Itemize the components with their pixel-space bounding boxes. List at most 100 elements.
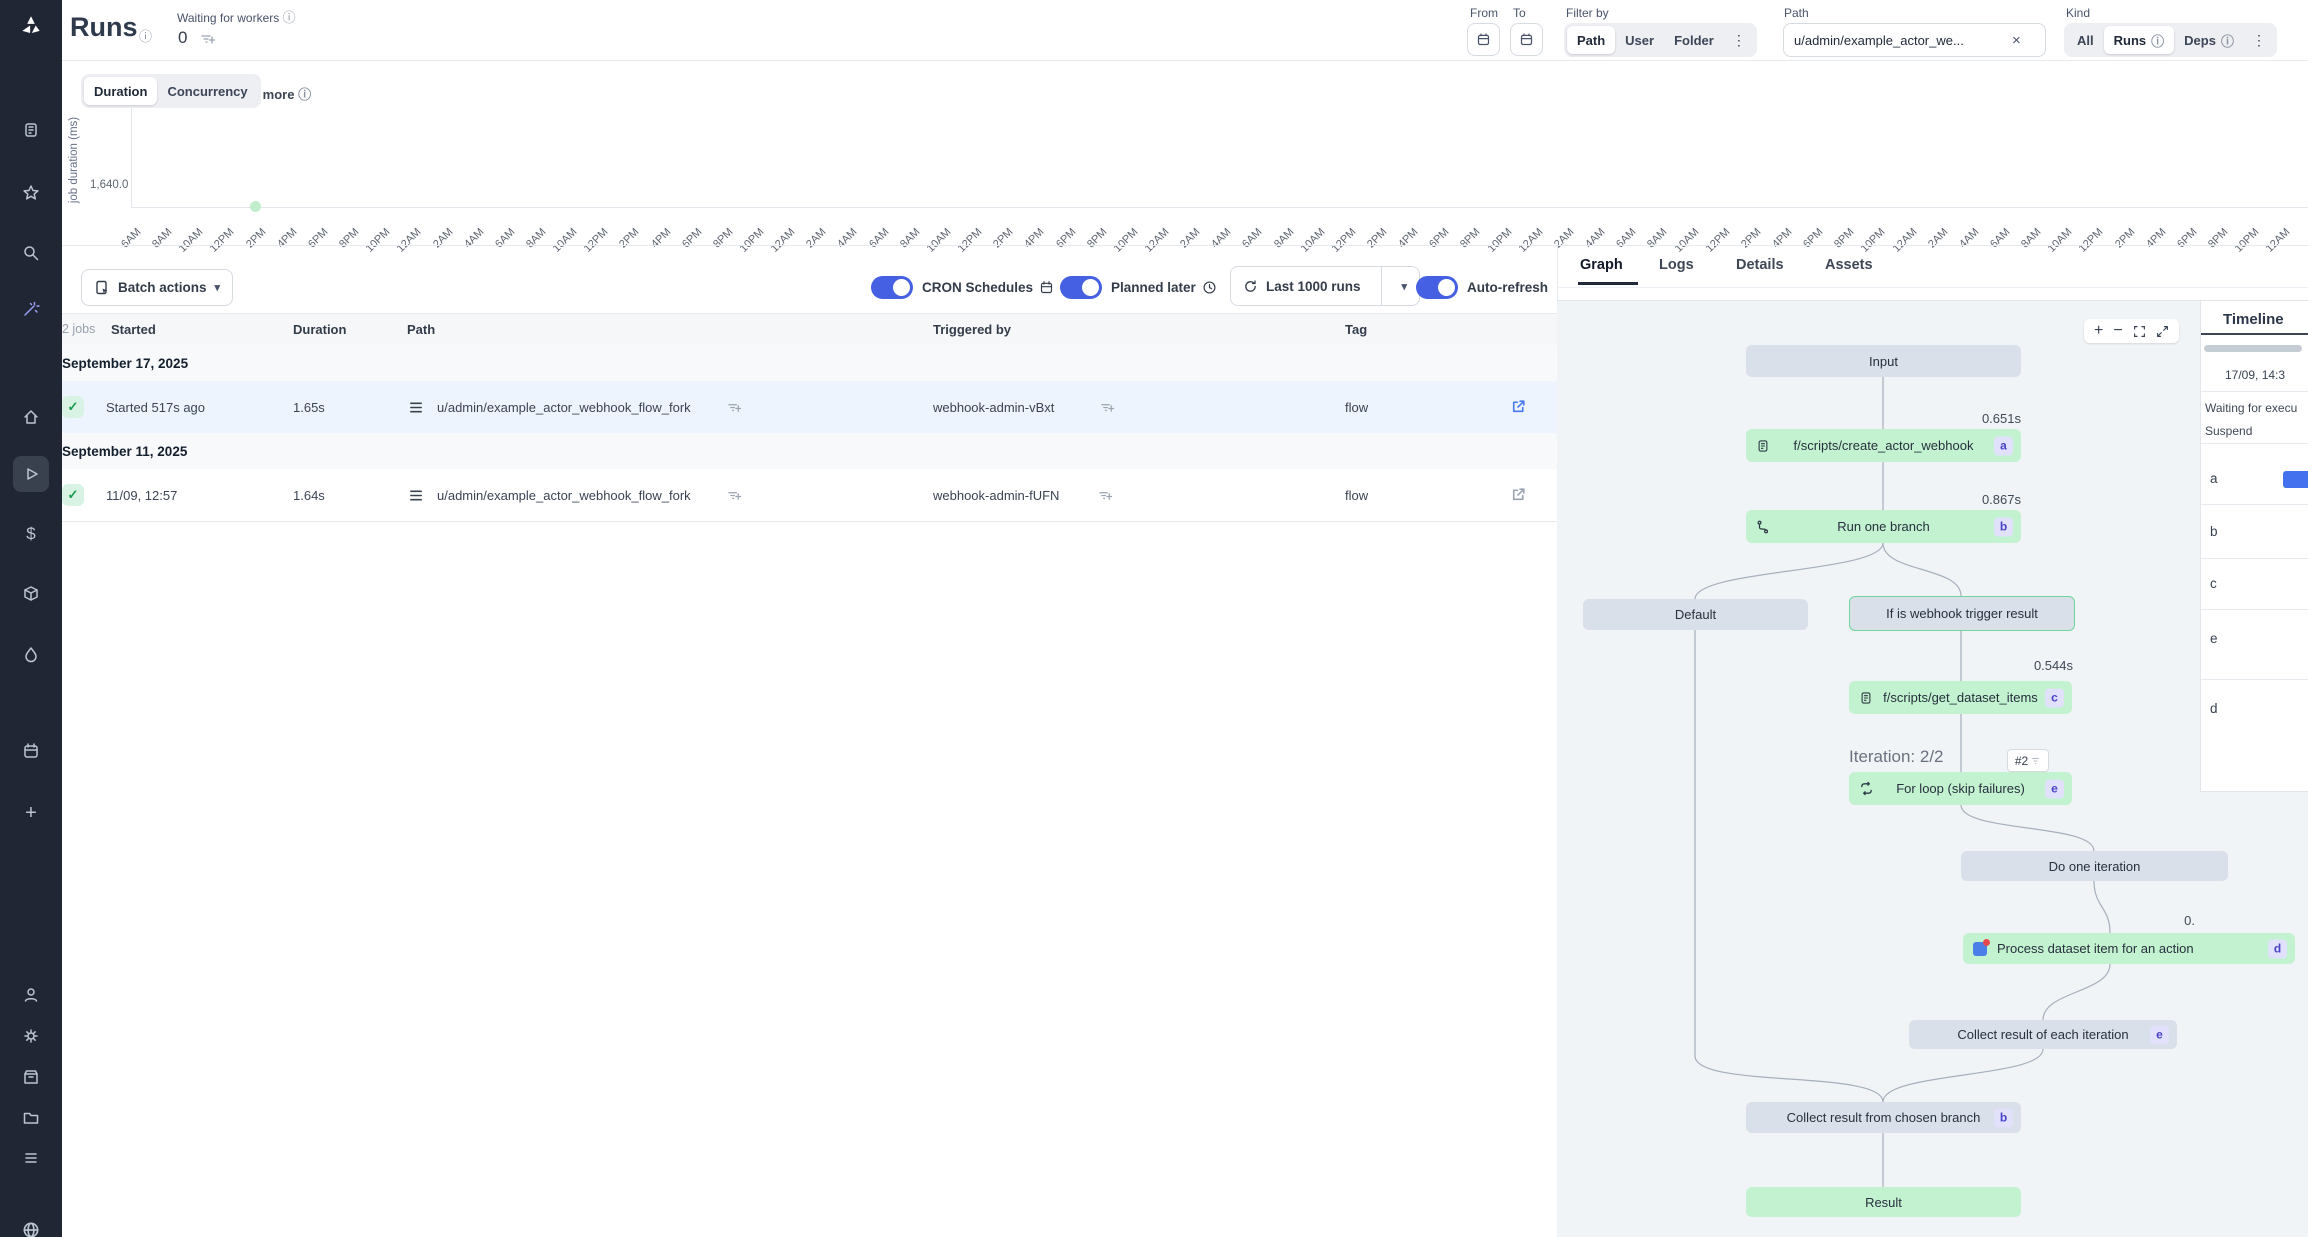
refresh-icon xyxy=(1243,279,1258,294)
filter-funnel-icon[interactable] xyxy=(1098,489,1113,504)
tab-graph[interactable]: Graph xyxy=(1580,257,1623,273)
menu-icon[interactable] xyxy=(13,1140,49,1176)
kind-tab-deps[interactable]: Depsⓘ xyxy=(2174,26,2244,54)
filter-funnel-icon[interactable] xyxy=(200,32,216,48)
waiting-info-icon[interactable]: ⓘ xyxy=(283,10,296,25)
kind-label: Kind xyxy=(2066,6,2090,20)
from-date-button[interactable] xyxy=(1467,23,1500,56)
home-icon[interactable] xyxy=(13,399,49,435)
calendar-icon xyxy=(1039,280,1054,295)
table-row[interactable] xyxy=(62,469,1557,522)
flow-node-result[interactable]: Result xyxy=(1746,1187,2021,1217)
kind-tab-all[interactable]: All xyxy=(2067,26,2104,54)
filter-more-kebab-icon[interactable]: ⋮ xyxy=(1724,32,1754,49)
filter-tab-path[interactable]: Path xyxy=(1567,26,1615,54)
row-duration[interactable]: 1.65s xyxy=(293,400,325,415)
runs-icon[interactable] xyxy=(13,456,49,492)
user-icon[interactable] xyxy=(13,977,49,1013)
timeline-title[interactable]: Timeline xyxy=(2223,311,2284,328)
clock-icon xyxy=(1202,280,1217,295)
last-runs-button[interactable]: Last 1000 runs ▾ xyxy=(1230,266,1420,306)
node-duration-partial: 0. xyxy=(2167,913,2195,928)
star-icon[interactable] xyxy=(13,175,49,211)
timeline-bar[interactable] xyxy=(2283,471,2308,488)
script-icon xyxy=(1756,439,1770,453)
external-link-icon[interactable] xyxy=(1510,486,1527,503)
flow-node-create-actor-webhook[interactable]: f/scripts/create_actor_webhook a xyxy=(1746,429,2021,462)
filter-tab-user[interactable]: User xyxy=(1615,26,1664,54)
plus-icon[interactable]: + xyxy=(13,795,49,831)
tab-concurrency[interactable]: Concurrency xyxy=(157,77,257,105)
auto-refresh-toggle[interactable] xyxy=(1416,276,1458,299)
runs-page: $ + Runs ⓘ Waiting for w xyxy=(0,0,2308,1237)
droplet-icon[interactable] xyxy=(13,636,49,672)
flow-node-do-one-iteration[interactable]: Do one iteration xyxy=(1961,851,2228,881)
planned-later-toggle[interactable] xyxy=(1060,276,1102,299)
gear-icon[interactable] xyxy=(13,1018,49,1054)
tab-details[interactable]: Details xyxy=(1736,257,1784,273)
kind-tab-runs[interactable]: Runsⓘ xyxy=(2104,26,2175,54)
tab-assets[interactable]: Assets xyxy=(1825,257,1873,273)
kind-more-kebab-icon[interactable]: ⋮ xyxy=(2244,32,2274,49)
cube-icon[interactable] xyxy=(13,576,49,612)
windmill-logo-icon[interactable] xyxy=(13,8,49,44)
chart-divider xyxy=(62,245,2308,246)
filter-funnel-icon[interactable] xyxy=(727,401,742,416)
row-tag[interactable]: flow xyxy=(1345,400,1368,415)
y-axis-line xyxy=(131,100,132,207)
node-duration: 0.867s xyxy=(1941,492,2021,507)
row-started[interactable]: 11/09, 12:57 xyxy=(106,488,177,503)
box-icon[interactable] xyxy=(13,1059,49,1095)
batch-actions-button[interactable]: Batch actions ▾ xyxy=(81,269,233,306)
to-label: To xyxy=(1513,6,1526,20)
title-info-icon[interactable]: ⓘ xyxy=(139,26,152,45)
tab-logs[interactable]: Logs xyxy=(1659,257,1694,273)
row-path[interactable]: u/admin/example_actor_webhook_flow_fork xyxy=(437,400,691,415)
flow-node-input[interactable]: Input xyxy=(1746,345,2021,377)
tab-duration[interactable]: Duration xyxy=(84,77,157,105)
flow-node-if-webhook-branch[interactable]: If is webhook trigger result xyxy=(1849,596,2075,631)
cron-schedules-toggle[interactable] xyxy=(871,276,913,299)
row-duration[interactable]: 1.64s xyxy=(293,488,325,503)
iteration-selector[interactable]: #2 xyxy=(2007,749,2049,772)
success-status-icon: ✓ xyxy=(62,396,84,418)
last-runs-main[interactable]: Last 1000 runs xyxy=(1231,279,1373,294)
flow-node-get-dataset-items[interactable]: f/scripts/get_dataset_items c xyxy=(1849,681,2072,714)
flow-node-default-branch[interactable]: Default xyxy=(1583,599,1808,630)
clear-path-icon[interactable]: × xyxy=(2012,32,2021,49)
path-input[interactable] xyxy=(1792,32,2006,49)
external-link-icon[interactable] xyxy=(1510,398,1527,415)
row-tag[interactable]: flow xyxy=(1345,488,1368,503)
folder-icon[interactable] xyxy=(13,1100,49,1136)
to-date-button[interactable] xyxy=(1510,23,1543,56)
flow-node-collect-each-iteration[interactable]: Collect result of each iteration e xyxy=(1909,1020,2177,1049)
flow-node-for-loop[interactable]: For loop (skip failures) e xyxy=(1849,772,2072,805)
zoom-in-icon[interactable]: + xyxy=(2094,323,2103,339)
timeline-scrollbar[interactable] xyxy=(2204,345,2302,352)
calendar-icon[interactable] xyxy=(13,733,49,769)
flow-node-collect-chosen-branch[interactable]: Collect result from chosen branch b xyxy=(1746,1102,2021,1133)
globe-icon[interactable] xyxy=(13,1212,49,1237)
row-triggered-by[interactable]: webhook-admin-fUFN xyxy=(933,488,1059,503)
row-triggered-by[interactable]: webhook-admin-vBxt xyxy=(933,400,1054,415)
filter-by-segmented: Path User Folder ⋮ xyxy=(1564,23,1757,57)
timeline-row-label: c xyxy=(2210,576,2217,591)
filter-funnel-icon[interactable] xyxy=(1100,401,1115,416)
last-runs-chevron[interactable]: ▾ xyxy=(1390,280,1420,293)
table-row[interactable] xyxy=(62,381,1557,434)
fit-view-icon[interactable] xyxy=(2133,325,2146,338)
dollar-icon[interactable]: $ xyxy=(13,516,49,552)
flow-node-process-dataset-item[interactable]: Process dataset item for an action d xyxy=(1963,933,2295,964)
flow-graph-canvas[interactable]: + − Input 0.651s f/scripts/create_actor_… xyxy=(1557,300,2308,1237)
script-icon xyxy=(1859,691,1873,705)
row-started[interactable]: Started 517s ago xyxy=(106,400,205,415)
apps-icon[interactable] xyxy=(13,112,49,148)
row-path[interactable]: u/admin/example_actor_webhook_flow_fork xyxy=(437,488,691,503)
filter-tab-folder[interactable]: Folder xyxy=(1664,26,1724,54)
filter-funnel-icon[interactable] xyxy=(727,489,742,504)
wand-icon[interactable] xyxy=(13,291,49,327)
expand-icon[interactable] xyxy=(2156,325,2169,338)
zoom-out-icon[interactable]: − xyxy=(2113,323,2122,339)
flow-node-run-one-branch[interactable]: Run one branch b xyxy=(1746,510,2021,543)
chart-data-point[interactable] xyxy=(250,201,261,212)
